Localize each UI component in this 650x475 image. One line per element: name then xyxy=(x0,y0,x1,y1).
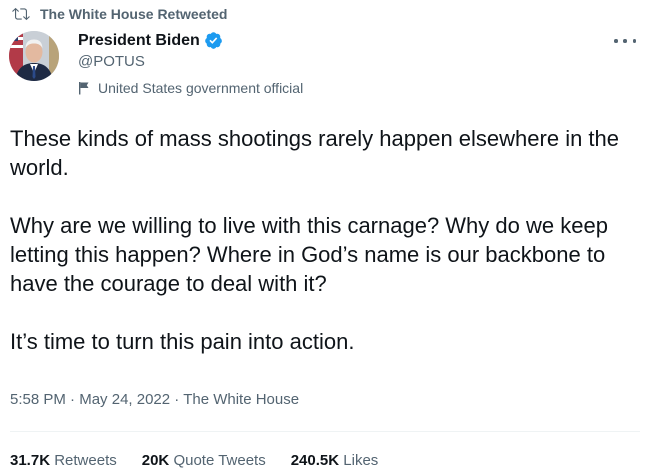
quote-tweets-stat[interactable]: 20K Quote Tweets xyxy=(142,452,266,469)
tweet-source[interactable]: The White House xyxy=(183,391,299,408)
tweet-paragraph: Why are we willing to live with this car… xyxy=(10,213,608,296)
meta-separator: · xyxy=(70,391,80,408)
social-context[interactable]: The White House Retweeted xyxy=(12,5,227,23)
more-icon[interactable] xyxy=(614,36,636,46)
avatar[interactable] xyxy=(9,31,59,81)
quote-tweets-count: 20K xyxy=(141,452,170,469)
likes-label: Likes xyxy=(343,452,379,469)
tweet-paragraph: These kinds of mass shootings rarely hap… xyxy=(10,126,620,180)
tweet-time[interactable]: 5:58 PM xyxy=(10,391,66,408)
flag-icon xyxy=(78,81,90,95)
meta-separator: · xyxy=(174,391,184,408)
tweet-text: These kinds of mass shootings rarely hap… xyxy=(10,124,635,356)
author-handle[interactable]: @POTUS xyxy=(78,53,303,70)
government-label-text: United States government official xyxy=(98,80,304,96)
retweets-stat[interactable]: 31.7K Retweets xyxy=(10,452,117,469)
retweets-count: 31.7K xyxy=(10,452,51,469)
government-label[interactable]: United States government official xyxy=(78,80,303,96)
tweet-date[interactable]: May 24, 2022 xyxy=(79,391,170,408)
engagement-stats: 31.7K Retweets 20K Quote Tweets 240.5K L… xyxy=(10,452,403,469)
social-context-text: The White House Retweeted xyxy=(40,6,228,22)
tweet-paragraph: It’s time to turn this pain into action. xyxy=(10,329,355,354)
verified-badge-icon xyxy=(204,31,223,50)
author-name[interactable]: President Biden xyxy=(78,32,200,50)
retweet-icon xyxy=(12,5,30,23)
tweet-metadata: 5:58 PM · May 24, 2022 · The White House xyxy=(10,391,299,408)
quote-tweets-label: Quote Tweets xyxy=(173,452,266,469)
retweets-label: Retweets xyxy=(54,452,117,469)
likes-stat[interactable]: 240.5K Likes xyxy=(291,452,379,469)
divider xyxy=(10,431,640,432)
likes-count: 240.5K xyxy=(290,452,340,469)
